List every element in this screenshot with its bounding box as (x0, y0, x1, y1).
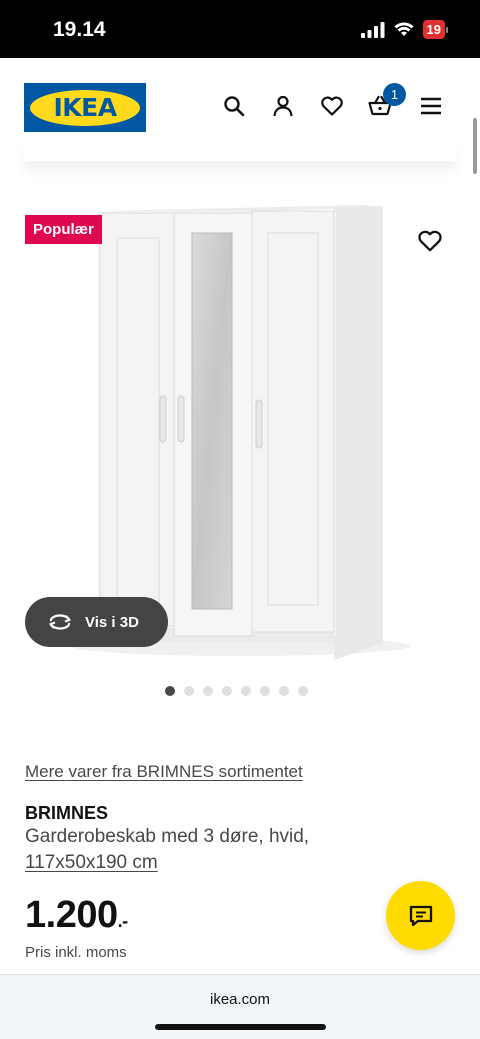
product-name: BRIMNES (25, 803, 109, 823)
chat-icon (409, 905, 432, 926)
price-amount: 1.200 (25, 894, 118, 936)
image-carousel-dots (165, 686, 308, 696)
heart-icon[interactable] (320, 94, 344, 118)
browser-url-bar[interactable]: ikea.com (0, 974, 480, 1039)
carousel-dot[interactable] (165, 686, 175, 696)
favourite-icon[interactable] (416, 228, 444, 254)
price-note: Pris inkl. moms (25, 944, 127, 961)
site-header: IKEA 1 (0, 58, 480, 158)
view-3d-button[interactable]: Vis i 3D (25, 597, 168, 647)
carousel-dot[interactable] (203, 686, 213, 696)
scrollbar-thumb[interactable] (473, 118, 477, 174)
ikea-logo[interactable]: IKEA (24, 83, 146, 132)
menu-icon[interactable] (419, 94, 443, 118)
wifi-icon (394, 22, 414, 36)
price-suffix: .- (117, 911, 129, 931)
product-measurement-link[interactable]: 117x50x190 cm (25, 852, 158, 874)
carousel-dot[interactable] (279, 686, 289, 696)
carousel-dot[interactable] (260, 686, 270, 696)
product-description: Garderobeskab med 3 døre, hvid, (25, 826, 310, 847)
battery-indicator: 19 (422, 20, 445, 39)
logo-text: IKEA (53, 93, 117, 122)
cart-count-badge: 1 (383, 83, 406, 106)
rotate-3d-icon (49, 614, 71, 630)
header-shadow (24, 145, 456, 161)
chat-button[interactable] (386, 881, 455, 950)
popular-badge: Populær (25, 215, 102, 244)
logo-oval: IKEA (30, 89, 140, 126)
status-icons: 19 (360, 20, 448, 39)
carousel-dot[interactable] (298, 686, 308, 696)
search-icon[interactable] (222, 94, 246, 118)
user-icon[interactable] (271, 94, 295, 118)
carousel-dot[interactable] (241, 686, 251, 696)
series-link[interactable]: Mere varer fra BRIMNES sortimentet (25, 762, 303, 782)
battery-nub (446, 26, 448, 33)
signal-icon (360, 21, 385, 38)
home-indicator (155, 1024, 326, 1030)
carousel-dot[interactable] (222, 686, 232, 696)
status-bar: 19.14 19 (0, 0, 480, 58)
product-price: 1.200.- (25, 894, 128, 937)
carousel-dot[interactable] (184, 686, 194, 696)
view-3d-label: Vis i 3D (85, 613, 139, 631)
status-time: 19.14 (53, 18, 106, 41)
url-text: ikea.com (209, 991, 271, 1008)
